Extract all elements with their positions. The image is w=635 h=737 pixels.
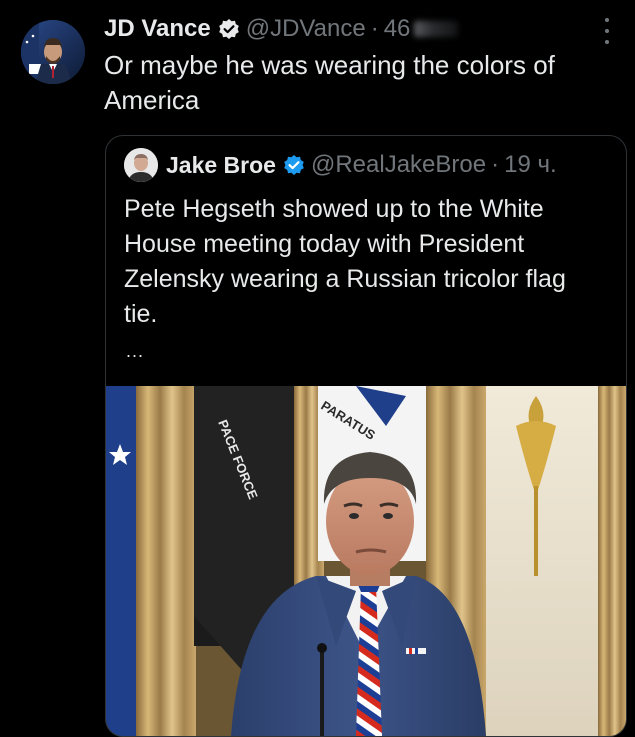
quote-media-photo[interactable]: PACE FORCE PARATUS <box>106 386 626 736</box>
more-vertical-icon[interactable] <box>599 18 615 44</box>
quote-header-separator: · <box>491 151 500 178</box>
tweet[interactable]: JD Vance @JDVance · 46 Or maybe he was w… <box>0 0 635 737</box>
quoted-tweet[interactable]: Jake Broe @RealJakeBroe · 19 ч. Pete Heg… <box>105 135 627 737</box>
quote-author-name[interactable]: Jake Broe <box>166 152 276 179</box>
verified-badge-icon <box>283 154 305 176</box>
header-separator: · <box>370 15 379 42</box>
more-dot <box>605 40 609 44</box>
author-avatar[interactable] <box>21 20 85 84</box>
quote-author-handle[interactable]: @RealJakeBroe <box>311 151 486 179</box>
quote-timestamp[interactable]: 19 ч. <box>504 151 557 179</box>
more-dot <box>605 18 609 22</box>
verified-badge-icon <box>218 18 240 40</box>
tweet-text: Or maybe he was wearing the colors of Am… <box>104 50 555 115</box>
quote-header: Jake Broe @RealJakeBroe · 19 ч. <box>124 148 557 182</box>
blurred-timestamp-unit <box>414 21 459 37</box>
quote-avatar-photo <box>124 148 158 182</box>
more-dot <box>605 29 609 33</box>
tweet-header: JD Vance @JDVance · 46 <box>104 13 459 45</box>
author-name[interactable]: JD Vance <box>104 15 211 43</box>
quote-author-avatar[interactable] <box>124 148 158 182</box>
tweet-timestamp[interactable]: 46 <box>384 15 411 43</box>
avatar-photo <box>21 20 85 84</box>
hegseth-photo: PACE FORCE PARATUS <box>106 386 626 736</box>
author-handle[interactable]: @JDVance <box>246 15 366 43</box>
quote-show-more[interactable]: ... <box>126 341 144 362</box>
quote-text: Pete Hegseth showed up to the White Hous… <box>124 195 566 328</box>
